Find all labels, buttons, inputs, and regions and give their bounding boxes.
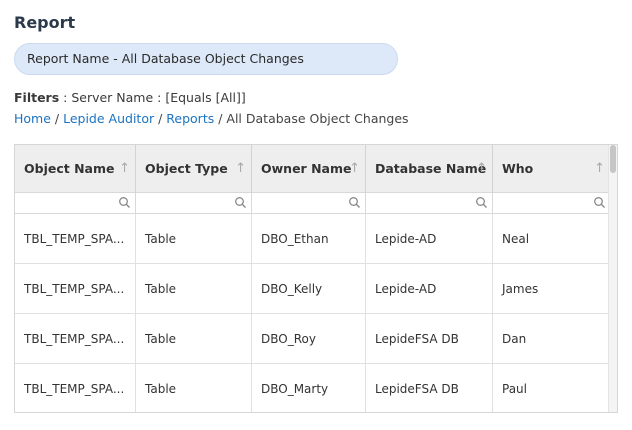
filters-summary: Filters : Server Name : [Equals [All]] <box>14 90 246 105</box>
column-header-object-type[interactable]: Object Type ↑ <box>136 145 252 193</box>
sort-arrow-icon[interactable]: ↑ <box>235 145 246 193</box>
cell-object-type: Table <box>136 314 252 364</box>
cell-who: Neal <box>502 232 530 246</box>
scrollbar-thumb[interactable] <box>610 145 616 173</box>
cell-object-type: Table <box>136 214 252 264</box>
filter-object-type-input[interactable] <box>136 193 252 214</box>
sort-arrow-icon[interactable]: ↑ <box>349 145 360 193</box>
column-header-label: Object Type <box>145 161 228 176</box>
cell-who: Dan <box>502 332 527 346</box>
cell-object-type: Table <box>136 364 252 412</box>
grid-header-row: Object Name ↑ Object Type ↑ Owner Name ↑… <box>15 145 610 193</box>
cell-owner-name: DBO_Ethan <box>252 214 366 264</box>
search-icon[interactable] <box>118 196 131 209</box>
filter-object-name-input[interactable] <box>15 193 136 214</box>
cell-owner-name: DBO_Kelly <box>252 264 366 314</box>
column-header-object-name[interactable]: Object Name ↑ <box>15 145 136 193</box>
column-header-label: Database Name <box>375 161 487 176</box>
breadcrumb-auditor-link[interactable]: Lepide Auditor <box>63 111 154 126</box>
report-name-pill: Report Name - All Database Object Change… <box>14 43 398 75</box>
cell-who: James <box>502 282 539 296</box>
breadcrumb-current: All Database Object Changes <box>226 111 409 126</box>
table-row[interactable]: TBL_TEMP_SPA... Table DBO_Roy LepideFSA … <box>15 314 610 364</box>
search-icon[interactable] <box>234 196 247 209</box>
column-header-who[interactable]: Who ↑ <box>493 145 610 193</box>
table-row[interactable]: TBL_TEMP_SPA... Table DBO_Ethan Lepide-A… <box>15 214 610 264</box>
search-icon[interactable] <box>593 196 606 209</box>
column-filter-row <box>15 193 610 214</box>
sort-arrow-icon[interactable]: ↑ <box>119 145 130 193</box>
cell-object-name: TBL_TEMP_SPA... <box>15 364 136 412</box>
page-title: Report <box>14 13 76 32</box>
cell-owner-name: DBO_Roy <box>252 314 366 364</box>
column-header-label: Owner Name <box>261 161 352 176</box>
column-header-label: Who <box>502 161 534 176</box>
cell-object-name: TBL_TEMP_SPA... <box>15 214 136 264</box>
cell-database-name: LepideFSA DB <box>366 364 493 412</box>
filter-database-name-input[interactable] <box>366 193 493 214</box>
cell-owner-name: DBO_Marty <box>252 364 366 412</box>
column-header-label: Object Name <box>24 161 115 176</box>
breadcrumb-separator: / <box>154 111 167 126</box>
column-header-owner-name[interactable]: Owner Name ↑ <box>252 145 366 193</box>
breadcrumb: Home / Lepide Auditor / Reports / All Da… <box>14 111 409 126</box>
sort-arrow-icon[interactable]: ↑ <box>594 145 605 193</box>
filters-label: Filters <box>14 90 60 105</box>
table-row[interactable]: TBL_TEMP_SPA... Table DBO_Kelly Lepide-A… <box>15 264 610 314</box>
column-header-database-name[interactable]: Database Name ↑ <box>366 145 493 193</box>
cell-database-name: Lepide-AD <box>366 214 493 264</box>
breadcrumb-home-link[interactable]: Home <box>14 111 51 126</box>
table-row[interactable]: TBL_TEMP_SPA... Table DBO_Marty LepideFS… <box>15 364 610 412</box>
report-grid: Object Name ↑ Object Type ↑ Owner Name ↑… <box>14 144 618 413</box>
breadcrumb-reports-link[interactable]: Reports <box>166 111 214 126</box>
cell-who: Paul <box>502 382 527 396</box>
cell-object-name: TBL_TEMP_SPA... <box>15 314 136 364</box>
search-icon[interactable] <box>475 196 488 209</box>
cell-object-type: Table <box>136 264 252 314</box>
breadcrumb-separator: / <box>50 111 64 126</box>
cell-database-name: Lepide-AD <box>366 264 493 314</box>
filter-who-input[interactable] <box>493 193 610 214</box>
grid-scrollbar[interactable] <box>608 145 617 412</box>
breadcrumb-separator: / <box>214 111 227 126</box>
search-icon[interactable] <box>348 196 361 209</box>
filter-owner-name-input[interactable] <box>252 193 366 214</box>
cell-object-name: TBL_TEMP_SPA... <box>15 264 136 314</box>
filters-value: : Server Name : [Equals [All]] <box>59 90 246 105</box>
cell-database-name: LepideFSA DB <box>366 314 493 364</box>
sort-arrow-icon[interactable]: ↑ <box>476 145 487 193</box>
